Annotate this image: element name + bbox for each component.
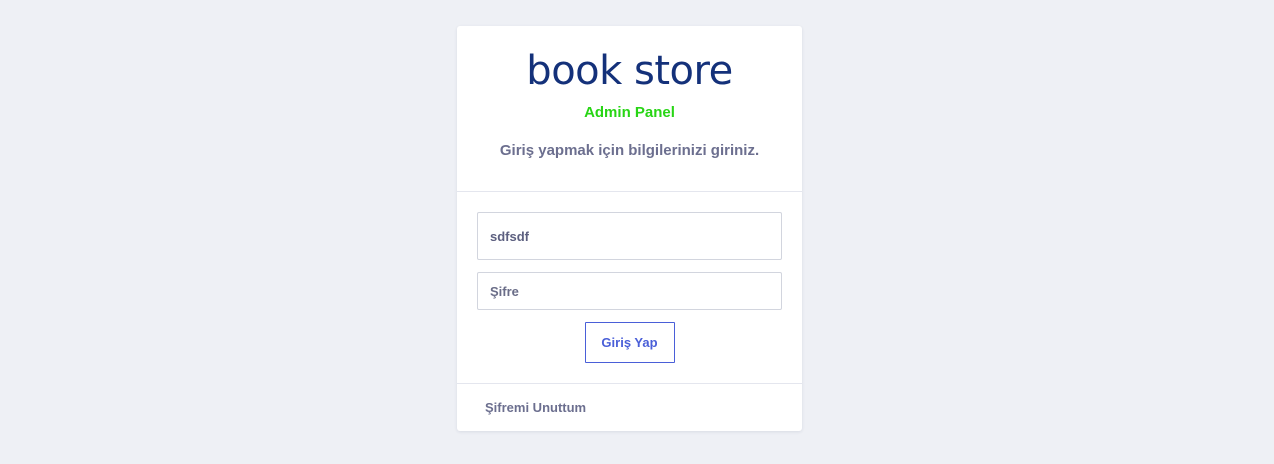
admin-panel-subtitle: Admin Panel [584,104,675,121]
login-card: book store Admin Panel Giriş yapmak için… [457,26,802,431]
login-card-header: book store Admin Panel Giriş yapmak için… [457,26,802,192]
submit-button-wrapper: Giriş Yap [477,322,782,363]
login-instruction: Giriş yapmak için bilgilerinizi giriniz. [499,142,760,159]
forgot-password-link[interactable]: Şifremi Unuttum [485,400,586,415]
username-input[interactable] [477,212,782,260]
login-card-footer: Şifremi Unuttum [457,384,802,417]
login-form: Giriş Yap [457,192,802,384]
password-input[interactable] [477,272,782,310]
login-button[interactable]: Giriş Yap [584,322,675,363]
brand-logo: book store [526,48,733,94]
